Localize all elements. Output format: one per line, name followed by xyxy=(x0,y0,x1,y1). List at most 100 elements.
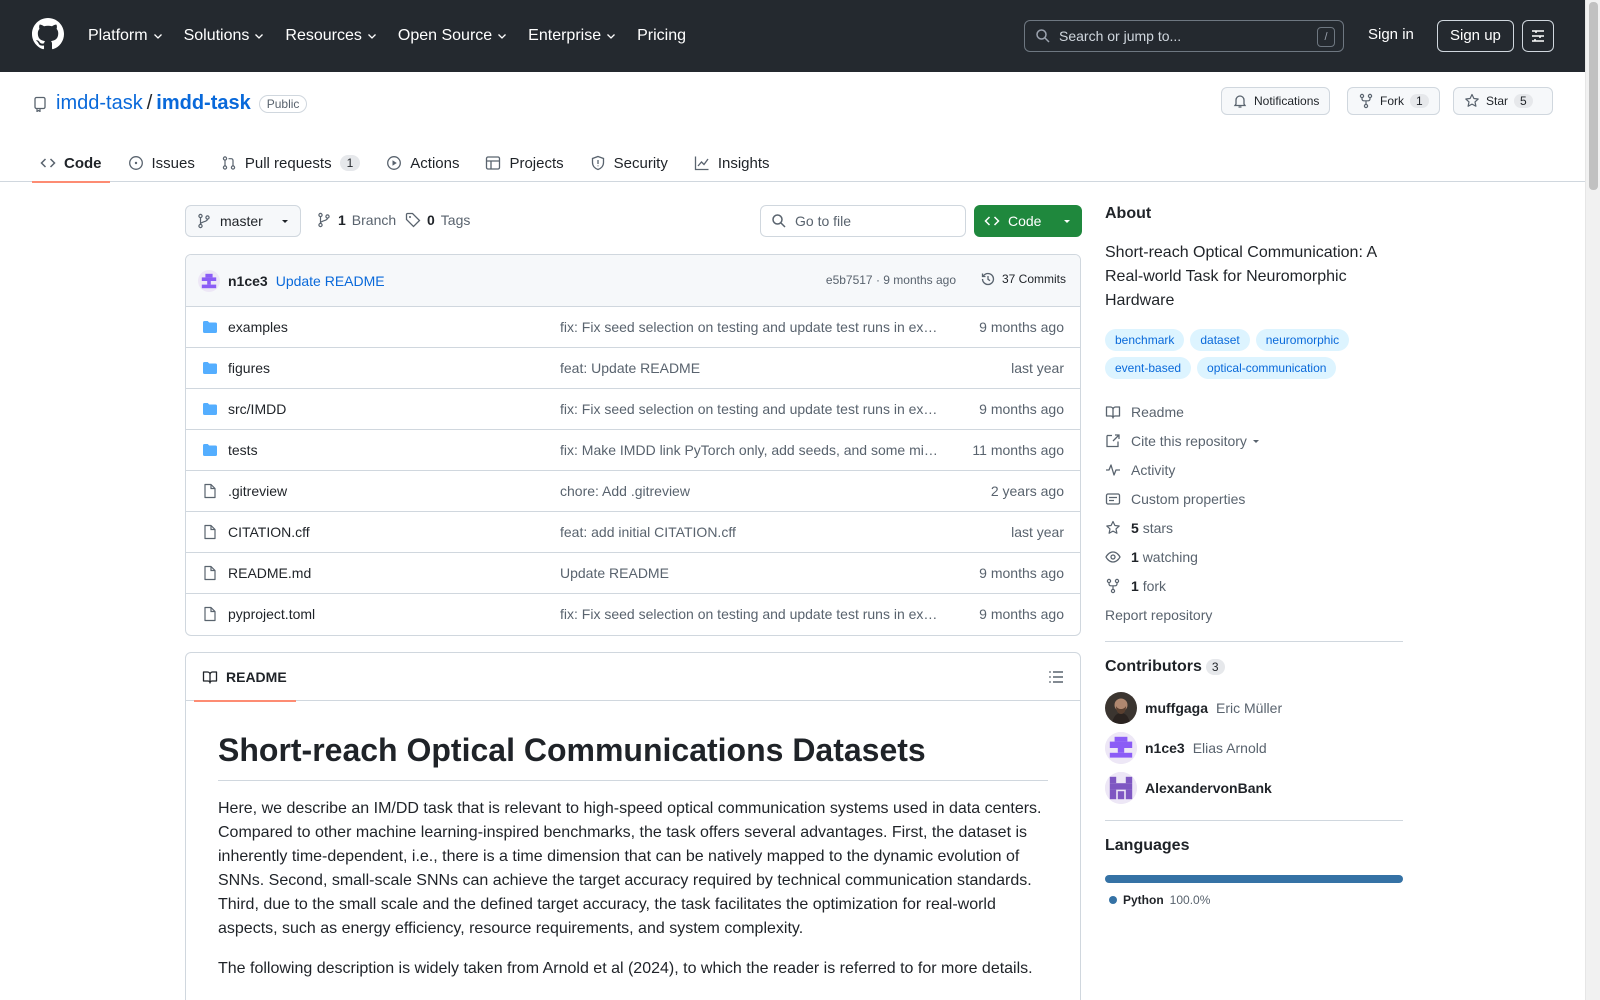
activity-link-label: Activity xyxy=(1131,461,1176,478)
watchers-link[interactable]: 1 watching xyxy=(1105,542,1403,571)
report-repository-link[interactable]: Report repository xyxy=(1105,600,1403,629)
contributor-item[interactable]: muffgaga Eric Müller xyxy=(1105,688,1403,728)
nav-enterprise[interactable]: Enterprise xyxy=(528,27,617,45)
file-commit-date: 9 months ago xyxy=(979,606,1064,622)
play-icon xyxy=(387,156,402,170)
readme-header: README xyxy=(186,653,1080,702)
tab-pull-requests[interactable]: Pull requests 1 xyxy=(213,144,368,182)
file-row[interactable]: src/IMDD fix: Fix seed selection on testi… xyxy=(186,389,1080,430)
file-list: examples fix: Fix seed selection on testi… xyxy=(186,307,1080,635)
tab-projects[interactable]: Projects xyxy=(477,144,571,182)
file-commit-message[interactable]: chore: Add .gitreview xyxy=(560,483,940,499)
file-commit-message[interactable]: feat: add initial CITATION.cff xyxy=(560,524,940,540)
file-row[interactable]: .gitreview chore: Add .gitreview 2 years a… xyxy=(186,471,1080,512)
scrollbar-thumb[interactable] xyxy=(1589,2,1598,190)
readme-body: Short-reach Optical Communications Datas… xyxy=(186,701,1080,1000)
topic-list: benchmark dataset neuromorphic event-based o… xyxy=(1105,329,1403,379)
nav-open-source[interactable]: Open Source xyxy=(398,27,508,45)
file-commit-message[interactable]: fix: Make IMDD link PyTorch only, add se… xyxy=(560,442,940,458)
tab-actions[interactable]: Actions xyxy=(378,144,467,182)
file-commit-message[interactable]: Update README xyxy=(560,565,940,581)
tab-insights[interactable]: Insights xyxy=(686,144,778,182)
repo-separator: / xyxy=(146,92,153,114)
topic-tag[interactable]: optical-communication xyxy=(1197,357,1337,379)
file-name-link[interactable]: src/IMDD xyxy=(228,401,286,417)
table-icon xyxy=(486,156,501,170)
github-logo-icon[interactable] xyxy=(32,18,64,50)
file-name-link[interactable]: .gitreview xyxy=(228,483,287,499)
file-row[interactable]: README.md Update README 9 months ago xyxy=(186,553,1080,594)
nav-pricing[interactable]: Pricing xyxy=(637,27,686,45)
readme-link[interactable]: Readme xyxy=(1105,397,1403,426)
eye-icon xyxy=(1105,550,1121,563)
file-row[interactable]: pyproject.toml fix: Fix seed selection on… xyxy=(186,594,1080,635)
fork-count: 1 xyxy=(1410,94,1429,108)
code-button[interactable]: Code xyxy=(974,205,1082,237)
contributors-heading[interactable]: Contributors 3 xyxy=(1105,658,1403,676)
nav-solutions[interactable]: Solutions xyxy=(184,27,266,45)
cite-repository-link[interactable]: Cite this repository xyxy=(1105,426,1403,455)
top-nav: Platform Solutions Resources Open Source… xyxy=(88,0,706,72)
sign-in-link[interactable]: Sign in xyxy=(1368,26,1414,43)
notifications-button[interactable]: Notifications xyxy=(1221,87,1331,115)
go-to-file-input[interactable]: Go to file xyxy=(760,205,966,237)
file-commit-message[interactable]: fix: Fix seed selection on testing and u… xyxy=(560,401,940,417)
commit-hash-time[interactable]: e5b7517 · 9 months ago xyxy=(826,273,956,287)
nav-platform[interactable]: Platform xyxy=(88,27,164,45)
activity-link[interactable]: Activity xyxy=(1105,455,1403,484)
tab-code[interactable]: Code xyxy=(32,144,110,183)
file-row[interactable]: tests fix: Make IMDD link PyTorch only, a… xyxy=(186,430,1080,471)
file-commit-date: 11 months ago xyxy=(972,442,1064,458)
commit-message-link[interactable]: Update README xyxy=(276,273,385,289)
file-row[interactable]: examples fix: Fix seed selection on testi… xyxy=(186,307,1080,348)
fork-button[interactable]: Fork 1 xyxy=(1347,87,1440,115)
file-name-link[interactable]: README.md xyxy=(228,565,311,581)
avatar[interactable] xyxy=(198,269,220,292)
tab-security[interactable]: Security xyxy=(582,144,676,182)
language-item[interactable]: Python 100.0% xyxy=(1105,893,1403,907)
stars-count: 5 xyxy=(1131,519,1139,536)
tags-link[interactable]: 0 Tags xyxy=(405,212,470,228)
tab-issues[interactable]: Issues xyxy=(120,144,203,182)
file-commit-date: 2 years ago xyxy=(990,483,1064,499)
file-commit-message[interactable]: feat: Update README xyxy=(560,360,940,376)
commits-link[interactable]: 37 Commits xyxy=(980,271,1066,287)
search-icon xyxy=(1036,29,1050,43)
branches-link[interactable]: 1 Branch xyxy=(316,212,396,228)
topic-tag[interactable]: neuromorphic xyxy=(1255,329,1350,351)
file-row[interactable]: CITATION.cff feat: add initial CITATION.c… xyxy=(186,512,1080,553)
menu-button[interactable] xyxy=(1522,20,1554,52)
contributor-item[interactable]: AlexandervonBank xyxy=(1105,768,1403,808)
file-name-link[interactable]: figures xyxy=(228,360,270,376)
file-commit-message[interactable]: fix: Fix seed selection on testing and u… xyxy=(560,319,940,335)
file-name-link[interactable]: pyproject.toml xyxy=(228,606,315,622)
shield-icon xyxy=(591,155,604,171)
file-name-link[interactable]: CITATION.cff xyxy=(228,524,310,540)
repo-name-link[interactable]: imdd-task xyxy=(156,92,250,115)
file-name-link[interactable]: tests xyxy=(228,442,258,458)
topic-tag[interactable]: event-based xyxy=(1105,357,1192,379)
identicon-icon xyxy=(1105,732,1137,764)
nav-resources[interactable]: Resources xyxy=(285,27,377,45)
repo-owner-link[interactable]: imdd-task xyxy=(56,92,143,115)
page-scrollbar[interactable] xyxy=(1585,0,1600,1000)
readme-tab[interactable]: README xyxy=(194,653,296,702)
file-name-link[interactable]: examples xyxy=(228,319,288,335)
branch-selector[interactable]: master xyxy=(185,205,301,237)
commit-author-link[interactable]: n1ce3 xyxy=(228,273,268,289)
topic-tag[interactable]: benchmark xyxy=(1105,329,1185,351)
file-commit-message[interactable]: fix: Fix seed selection on testing and u… xyxy=(560,606,940,622)
forks-link[interactable]: 1 fork xyxy=(1105,571,1403,600)
search-input[interactable]: Search or jump to... / xyxy=(1024,20,1344,52)
chevron-down-icon xyxy=(153,34,162,39)
list-icon[interactable] xyxy=(1048,669,1064,685)
stars-link[interactable]: 5 stars xyxy=(1105,513,1403,542)
topic-tag[interactable]: dataset xyxy=(1190,329,1250,351)
file-row[interactable]: figures feat: Update README last year xyxy=(186,348,1080,389)
tag-icon xyxy=(405,212,421,228)
custom-properties-link[interactable]: Custom properties xyxy=(1105,484,1403,513)
watching-label: watching xyxy=(1142,548,1198,565)
star-button[interactable]: Star 5 xyxy=(1453,87,1553,115)
sign-up-button[interactable]: Sign up xyxy=(1437,20,1514,52)
contributor-item[interactable]: n1ce3 Elias Arnold xyxy=(1105,728,1403,768)
